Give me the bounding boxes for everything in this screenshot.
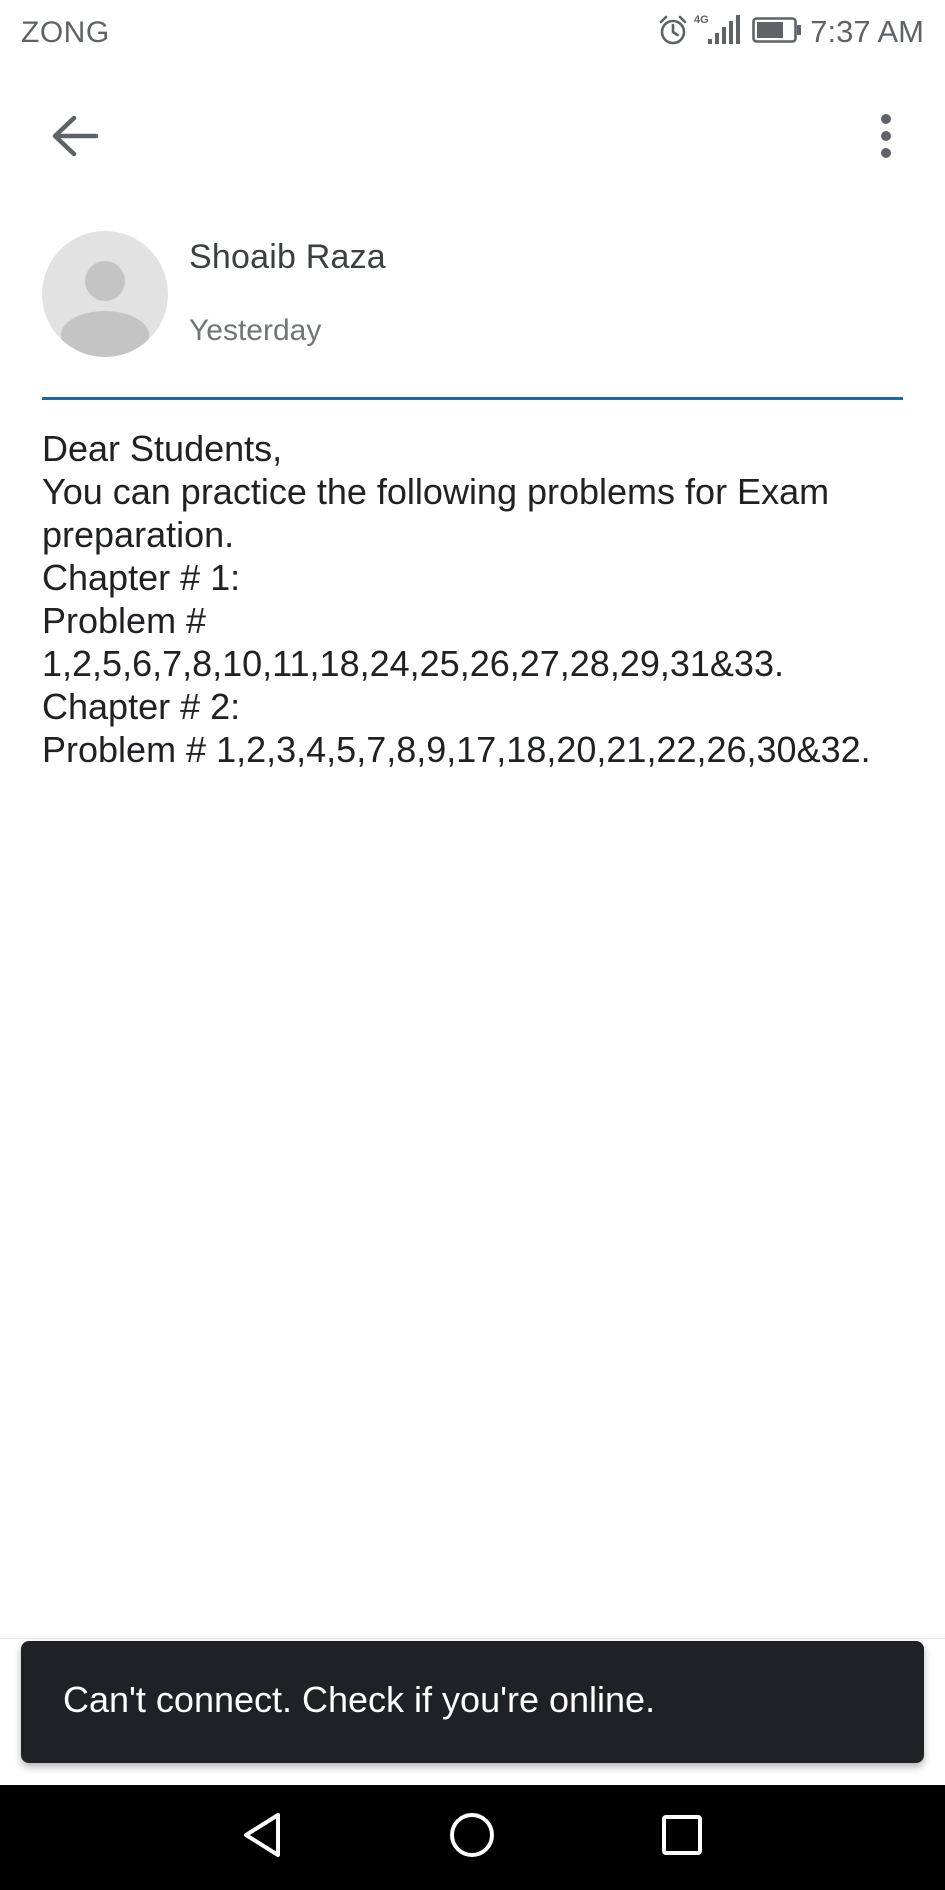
bottom-divider (0, 1638, 945, 1639)
nav-recents-button[interactable] (644, 1799, 720, 1875)
carrier-name: ZONG (21, 16, 110, 49)
body-line: Chapter # 1: (42, 557, 241, 598)
snackbar-message: Can't connect. Check if you're online. (63, 1679, 656, 1720)
author-name: Shoaib Raza (189, 238, 386, 276)
nav-back-icon (240, 1811, 284, 1864)
status-time: 7:37 AM (810, 14, 924, 49)
status-icons: 4G 7:37 AM (658, 12, 924, 52)
signal-icon: 4G (694, 12, 741, 53)
body-line: Problem # 1,2,3,4,5,7,8,9,17,18,20,21,22… (42, 729, 871, 770)
battery-icon (752, 16, 802, 48)
nav-back-button[interactable] (224, 1799, 300, 1875)
person-placeholder-icon (61, 261, 149, 357)
navigation-bar (0, 1785, 945, 1890)
screen: ZONG 4G 7:37 AM Shoaib Raza Yesterday De… (0, 0, 945, 1890)
body-line: preparation. (42, 514, 235, 555)
body-line: Problem # (42, 600, 207, 641)
network-type-label: 4G (694, 14, 709, 26)
avatar (42, 231, 168, 357)
announcement-body: Dear Students, You can practice the foll… (42, 427, 912, 771)
more-vert-icon (879, 113, 893, 164)
body-line: Dear Students, (42, 428, 283, 469)
more-options-button[interactable] (861, 108, 911, 168)
header-divider (42, 397, 903, 400)
nav-home-button[interactable] (434, 1799, 510, 1875)
nav-home-icon (448, 1811, 496, 1864)
alarm-icon (658, 14, 688, 51)
arrow-back-icon (50, 114, 99, 163)
back-button[interactable] (40, 108, 108, 168)
offline-snackbar: Can't connect. Check if you're online. (21, 1641, 924, 1763)
status-bar: ZONG 4G 7:37 AM (0, 0, 945, 64)
body-line: 1,2,5,6,7,8,10,11,18,24,25,26,27,28,29,3… (42, 643, 784, 684)
nav-recents-icon (660, 1813, 704, 1862)
body-line: You can practice the following problems … (42, 471, 830, 512)
body-line: Chapter # 2: (42, 686, 241, 727)
post-date: Yesterday (189, 314, 322, 347)
